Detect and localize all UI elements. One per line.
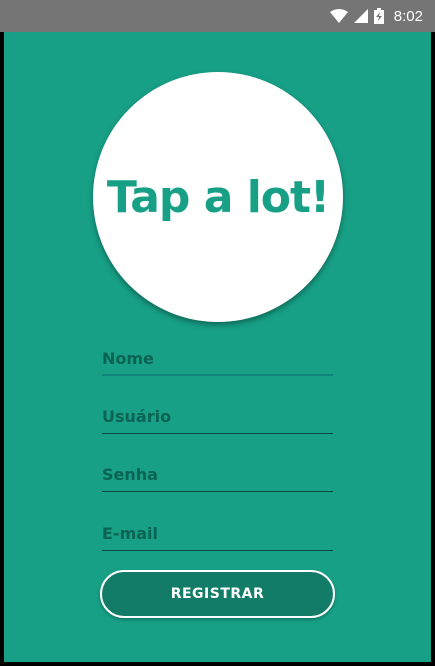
register-button[interactable]: REGISTRAR [100,570,335,618]
username-field-underline [102,433,333,434]
signal-icon [353,9,368,23]
wifi-icon [329,9,348,23]
name-field [102,344,333,376]
password-input[interactable] [102,460,333,490]
status-icons: 8:02 [329,0,423,32]
password-field [102,460,333,492]
status-time: 8:02 [393,7,423,25]
name-input[interactable] [102,344,333,374]
email-field-underline [102,550,333,551]
status-bar: 8:02 [0,0,435,32]
device-screen: 8:02 Tap a lot! REGISTRAR [0,0,435,666]
app-logo: Tap a lot! [93,72,343,322]
battery-charging-icon [373,8,384,24]
registration-screen: Tap a lot! REGISTRAR [4,32,431,662]
email-input[interactable] [102,519,333,549]
app-logo-text: Tap a lot! [106,171,330,223]
username-field [102,402,333,434]
password-field-underline [102,491,333,492]
name-field-underline [102,374,333,376]
email-field [102,519,333,551]
username-input[interactable] [102,402,333,432]
